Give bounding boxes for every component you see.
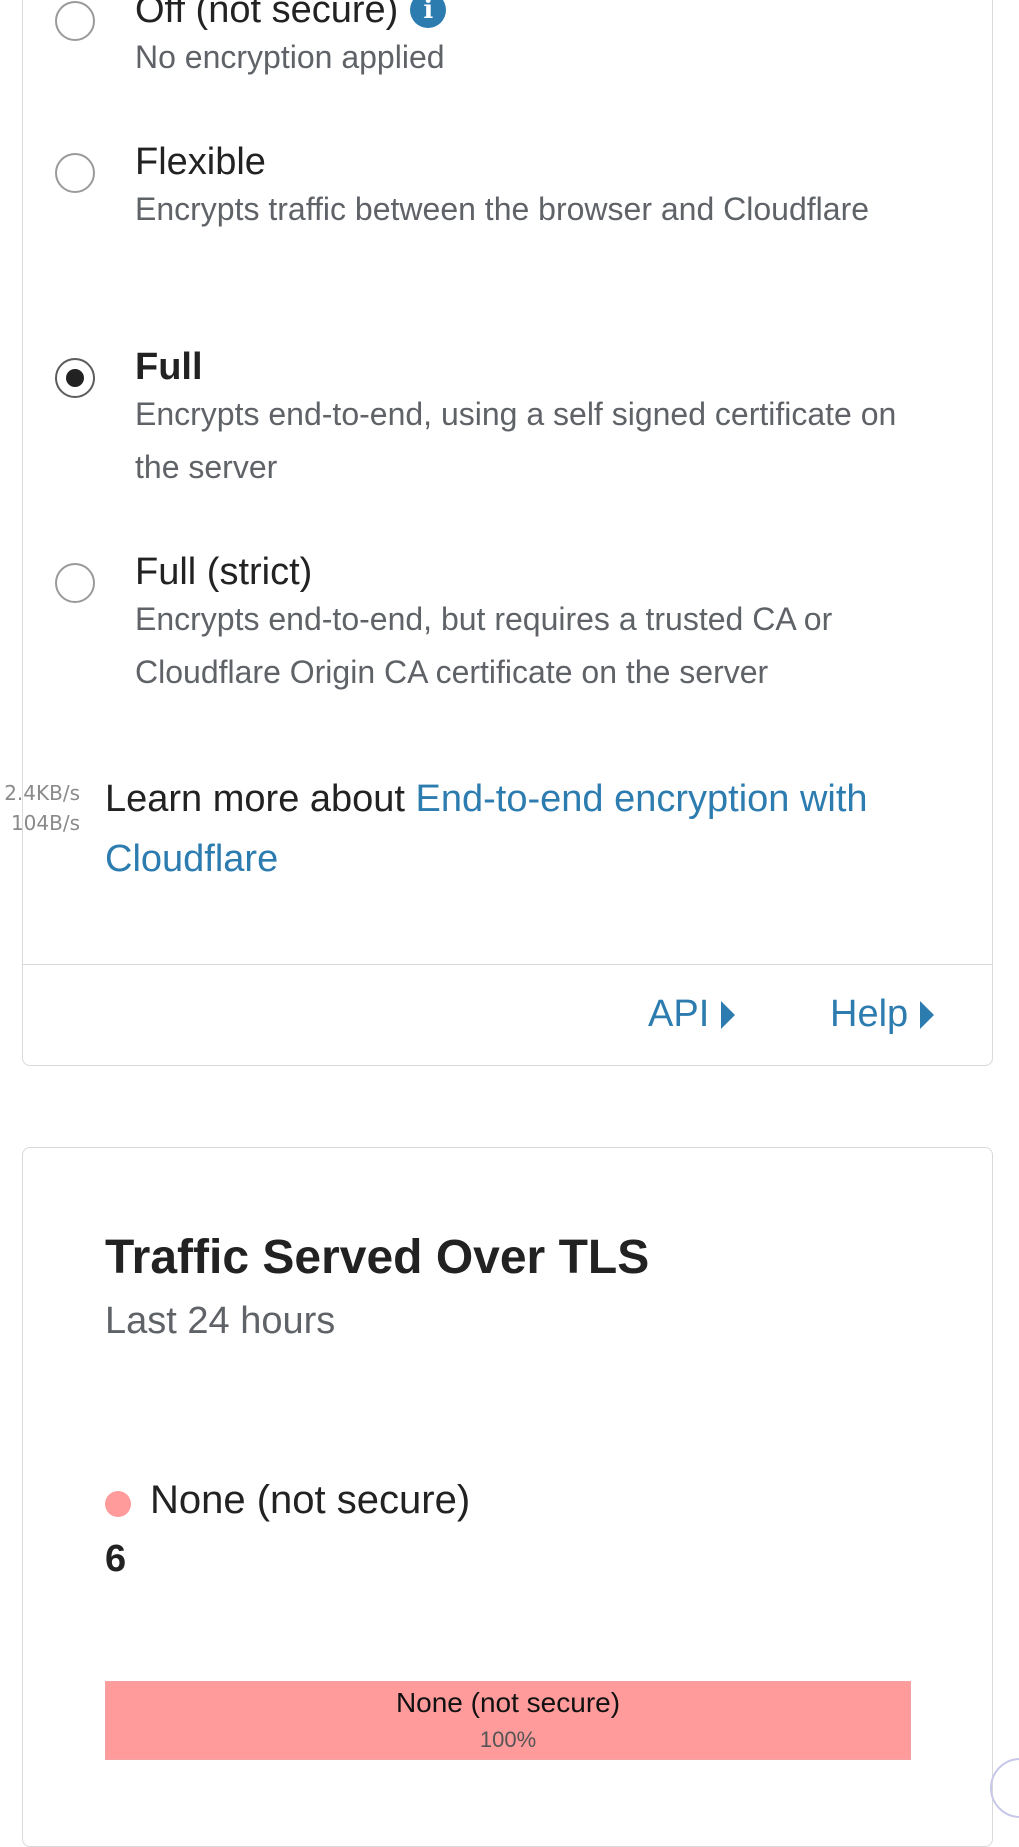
option-flexible-description: Encrypts traffic between the browser and… — [135, 191, 870, 227]
card-footer: API Help — [23, 964, 992, 1065]
caret-right-icon — [721, 1001, 736, 1029]
network-speed-indicator: 2.4KB/s 104B/s — [0, 778, 80, 838]
bar-segment-label: None (not secure) — [395, 1687, 621, 1718]
info-icon[interactable]: i — [410, 0, 447, 28]
radio-selected-dot — [66, 369, 84, 387]
option-full-description: Encrypts end-to-end, using a self signed… — [135, 396, 897, 485]
option-off-label: Off (not secure) — [135, 0, 399, 31]
radio-full[interactable] — [55, 358, 95, 398]
option-off-description: No encryption applied — [135, 39, 445, 75]
learn-more-prefix: Learn more about — [105, 778, 416, 820]
option-flexible-title: Flexible — [135, 141, 266, 183]
legend-count: 6 — [105, 1538, 127, 1580]
download-speed: 2.4KB/s — [4, 781, 80, 805]
upload-speed: 104B/s — [10, 811, 80, 835]
option-full-strict-description: Encrypts end-to-end, but requires a trus… — [135, 601, 833, 690]
caret-right-icon — [920, 1001, 935, 1029]
ssl-encryption-card: Off (not secure) i No encryption applied … — [22, 0, 993, 1066]
option-off-title: Off (not secure) i — [135, 0, 447, 32]
help-label: Help — [830, 993, 909, 1035]
option-full-strict-title: Full (strict) — [135, 551, 313, 593]
api-label: API — [648, 993, 710, 1035]
help-link[interactable]: Help — [830, 993, 935, 1036]
legend-label: None (not secure) — [150, 1478, 471, 1522]
legend-dot-icon — [105, 1491, 131, 1517]
bar-segment-percent: 100% — [479, 1727, 537, 1752]
learn-more-text: Learn more about End-to-end encryption w… — [105, 769, 945, 889]
tls-distribution-bar[interactable]: None (not secure) 100% — [105, 1681, 911, 1760]
tls-card-title: Traffic Served Over TLS — [105, 1231, 650, 1284]
api-link[interactable]: API — [648, 993, 736, 1036]
radio-full-strict[interactable] — [55, 563, 95, 603]
floating-action-edge[interactable] — [990, 1758, 1019, 1818]
tls-card-subtitle: Last 24 hours — [105, 1300, 336, 1342]
radio-flexible[interactable] — [55, 153, 95, 193]
tls-traffic-card: Traffic Served Over TLS Last 24 hours No… — [22, 1147, 993, 1847]
option-full-title: Full — [135, 346, 203, 388]
radio-off[interactable] — [55, 1, 95, 41]
